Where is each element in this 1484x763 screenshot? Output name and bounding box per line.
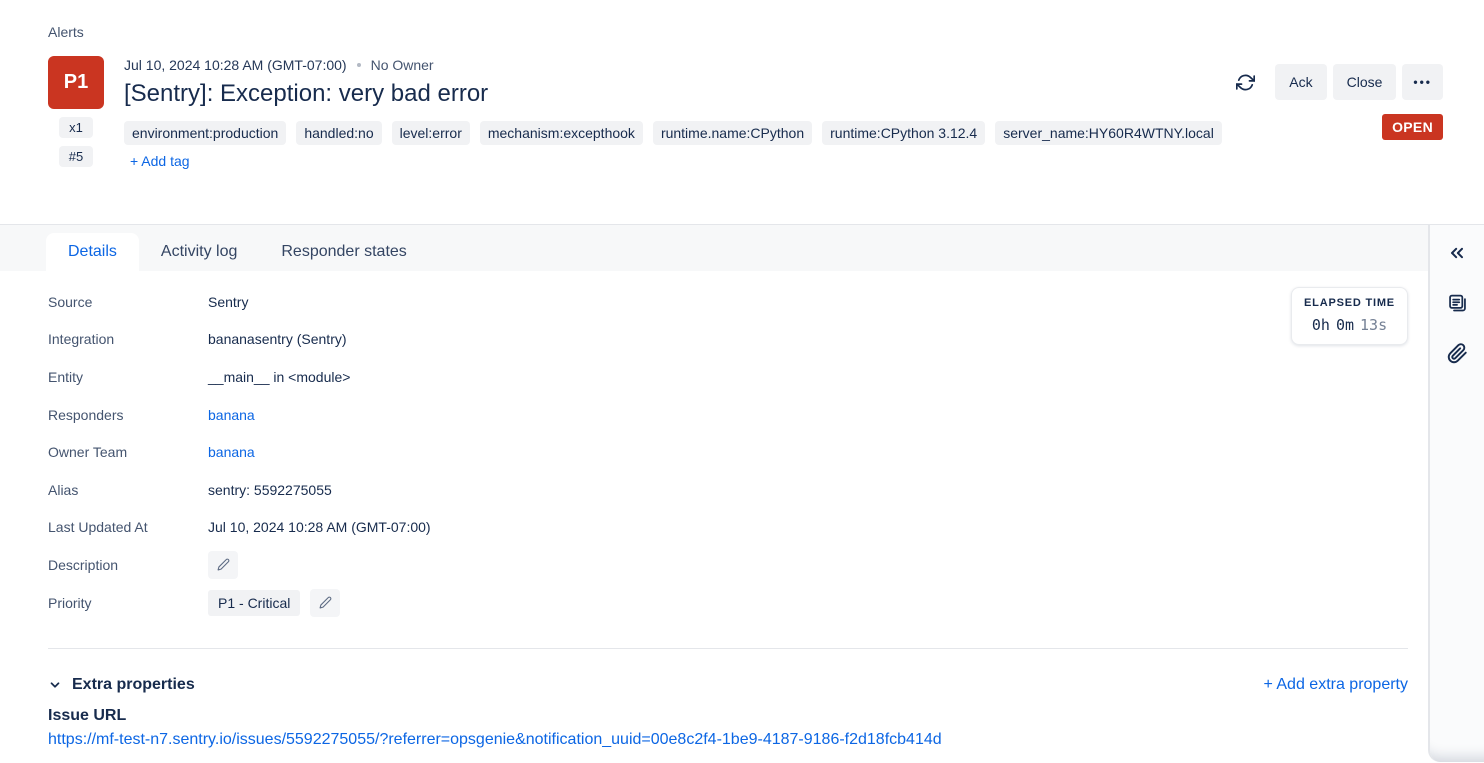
field-label: Alias <box>48 482 208 498</box>
field-value-text: __main__ in <module> <box>208 369 350 385</box>
field-row: Integration bananasentry (Sentry) <box>48 321 1408 359</box>
details-tab-content: ELAPSED TIME 0h 0m 13s Source Sentry Int… <box>0 271 1428 762</box>
tag-pill[interactable]: handled:no <box>296 121 381 145</box>
elapsed-time-card: ELAPSED TIME 0h 0m 13s <box>1291 287 1408 345</box>
alert-timestamp: Jul 10, 2024 10:28 AM (GMT-07:00) <box>124 57 347 73</box>
extra-property-list: Issue URL https://mf-test-n7.sentry.io/i… <box>48 707 1408 749</box>
tab-bar: DetailsActivity logResponder states <box>0 225 1428 271</box>
alert-header: Alerts P1 x1 #5 Jul 10, 2024 10:28 AM (G… <box>0 0 1484 224</box>
field-value <box>208 551 238 579</box>
paperclip-icon <box>1447 343 1468 364</box>
field-value: banana <box>208 444 255 460</box>
tab-activity-log[interactable]: Activity log <box>139 233 259 271</box>
field-value-link[interactable]: banana <box>208 407 255 423</box>
extra-properties-title: Extra properties <box>72 676 195 694</box>
notes-button[interactable] <box>1441 287 1473 319</box>
field-label: Owner Team <box>48 444 208 460</box>
field-value-text: Sentry <box>208 294 248 310</box>
field-label: Priority <box>48 595 208 611</box>
status-badge: OPEN <box>1382 114 1443 140</box>
add-extra-property-link[interactable]: + Add extra property <box>1263 676 1408 694</box>
extra-property-item: Issue URL https://mf-test-n7.sentry.io/i… <box>48 707 1408 749</box>
right-icon-rail <box>1428 225 1484 762</box>
alert-main-panel: DetailsActivity logResponder states ELAP… <box>0 225 1428 762</box>
field-value-text: sentry: 5592275055 <box>208 482 332 498</box>
field-row: Source Sentry <box>48 283 1408 321</box>
tag-pill[interactable]: level:error <box>392 121 470 145</box>
chevron-down-icon <box>48 678 62 692</box>
edit-button[interactable] <box>208 551 238 579</box>
field-row: Last Updated At Jul 10, 2024 10:28 AM (G… <box>48 509 1408 547</box>
more-actions-button[interactable]: ••• <box>1402 64 1443 100</box>
ack-button[interactable]: Ack <box>1275 64 1326 100</box>
field-label: Source <box>48 294 208 310</box>
alert-tinyid-badge: #5 <box>59 146 93 167</box>
field-row: Priority P1 - Critical <box>48 584 1408 622</box>
elapsed-hours: 0h <box>1312 316 1330 334</box>
field-row: Owner Team banana <box>48 433 1408 471</box>
field-row: Responders banana <box>48 396 1408 434</box>
field-value: bananasentry (Sentry) <box>208 331 347 347</box>
field-label: Integration <box>48 331 208 347</box>
tag-pill[interactable]: environment:production <box>124 121 286 145</box>
field-row: Entity __main__ in <module> <box>48 358 1408 396</box>
tab-details[interactable]: Details <box>46 233 139 271</box>
field-label: Entity <box>48 369 208 385</box>
edit-button[interactable] <box>310 589 340 617</box>
tag-list: environment:production handled:no level:er… <box>124 121 1284 169</box>
field-row: Description <box>48 546 1408 584</box>
tag-pill[interactable]: server_name:HY60R4WTNY.local <box>995 121 1222 145</box>
elapsed-time-title: ELAPSED TIME <box>1298 297 1401 309</box>
dot-separator <box>357 63 361 67</box>
field-label: Last Updated At <box>48 519 208 535</box>
field-value-text: Jul 10, 2024 10:28 AM (GMT-07:00) <box>208 519 431 535</box>
elapsed-minutes: 0m <box>1336 316 1354 334</box>
field-value: P1 - Critical <box>208 589 340 617</box>
field-value: banana <box>208 407 255 423</box>
tag-pill[interactable]: runtime:CPython 3.12.4 <box>822 121 985 145</box>
attachments-button[interactable] <box>1441 337 1473 369</box>
chevrons-left-icon <box>1447 243 1467 263</box>
section-divider <box>48 648 1408 649</box>
field-value: __main__ in <module> <box>208 369 350 385</box>
field-label: Description <box>48 557 208 573</box>
priority-badge: P1 <box>48 56 104 109</box>
priority-pill: P1 - Critical <box>208 590 300 616</box>
breadcrumb[interactable]: Alerts <box>48 24 84 40</box>
field-label: Responders <box>48 407 208 423</box>
collapse-panel-button[interactable] <box>1441 237 1473 269</box>
tag-pill[interactable]: runtime.name:CPython <box>653 121 812 145</box>
alert-details-page: Alerts P1 x1 #5 Jul 10, 2024 10:28 AM (G… <box>0 0 1484 763</box>
extra-properties-toggle[interactable]: Extra properties <box>48 676 195 694</box>
alert-count-badge: x1 <box>59 117 93 138</box>
refresh-button[interactable] <box>1234 71 1257 94</box>
tag-pill[interactable]: mechanism:excepthook <box>480 121 643 145</box>
field-row: Alias sentry: 5592275055 <box>48 471 1408 509</box>
field-value-text: bananasentry (Sentry) <box>208 331 347 347</box>
extra-property-label: Issue URL <box>48 707 1408 725</box>
field-value: Jul 10, 2024 10:28 AM (GMT-07:00) <box>208 519 431 535</box>
notes-icon <box>1447 293 1468 314</box>
field-list: Source Sentry Integration bananasentry (… <box>48 283 1408 621</box>
field-value: sentry: 5592275055 <box>208 482 332 498</box>
refresh-icon <box>1236 73 1255 92</box>
tab-responder-states[interactable]: Responder states <box>259 233 428 271</box>
elapsed-seconds: 13s <box>1360 316 1387 334</box>
field-value: Sentry <box>208 294 248 310</box>
field-value-link[interactable]: banana <box>208 444 255 460</box>
add-tag-link[interactable]: + Add tag <box>130 153 190 169</box>
alert-owner: No Owner <box>371 57 434 73</box>
pencil-icon <box>217 558 230 571</box>
issue-url-link[interactable]: https://mf-test-n7.sentry.io/issues/5592… <box>48 731 1408 749</box>
close-button[interactable]: Close <box>1333 64 1397 100</box>
pencil-icon <box>319 596 332 609</box>
